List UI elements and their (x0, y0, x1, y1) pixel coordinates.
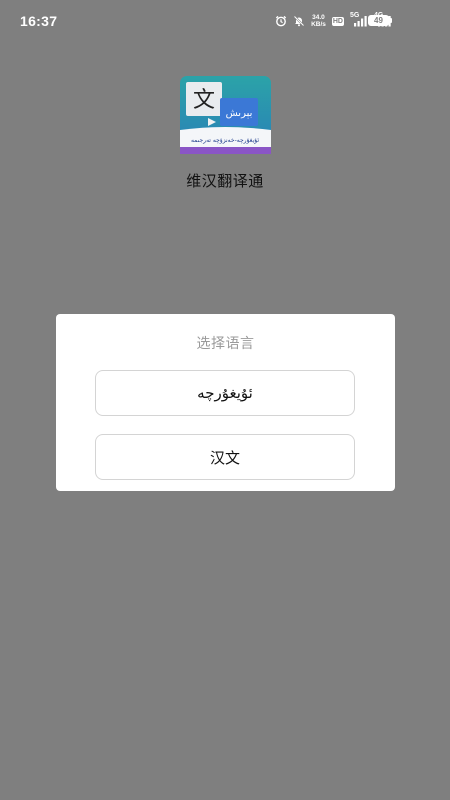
uyghur-language-button[interactable]: ئۇيغۇرچە (95, 370, 355, 416)
logo-char: 文 (193, 88, 215, 113)
app-name: 维汉翻译通 (186, 172, 264, 190)
net-speed-unit: KB/s (311, 21, 326, 28)
language-dialog: 选择语言 ئۇيغۇرچە 汉文 (56, 314, 395, 491)
chinese-language-label: 汉文 (209, 448, 240, 467)
signal-5g-icon: 5G (350, 12, 368, 27)
net-speed: 34.0 KB/s (311, 14, 326, 28)
battery-level: 49 (374, 16, 383, 25)
status-time: 16:37 (20, 13, 58, 29)
battery-tip (390, 18, 392, 23)
chinese-language-button[interactable]: 汉文 (95, 434, 355, 480)
dialog-title: 选择语言 (196, 336, 255, 352)
net-speed-value: 34.0 (312, 14, 325, 21)
alarm-icon (275, 15, 287, 27)
status-bar: 16:37 34.0 KB/s HD 5G 49 (0, 0, 450, 40)
uyghur-language-label: ئۇيغۇرچە (197, 384, 253, 402)
hd-icon: HD (331, 16, 344, 26)
sim1-network-tag: 5G (350, 12, 360, 19)
logo-banner: ئۇيغۇرچە-خەنزۇچە تەرجىمە (191, 137, 259, 144)
logo-script: ﺑﯧﺮﯨﺶ (226, 108, 253, 119)
mute-icon (293, 15, 305, 27)
battery-icon: 49 (368, 15, 389, 26)
app-logo: 文 ﺑﯧﺮﯨﺶ ئۇيغۇرچە-خەنزۇچە تەرجىمە (180, 76, 271, 154)
